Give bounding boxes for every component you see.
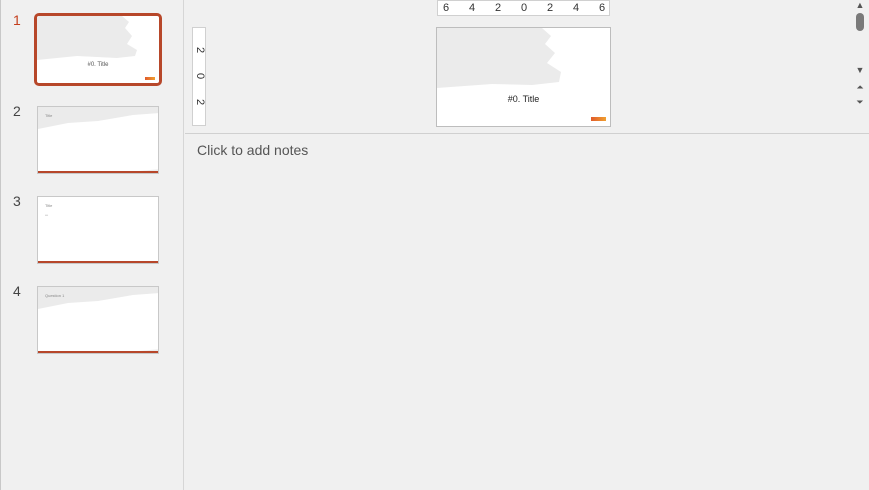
scroll-down-icon[interactable]: ▼ [855, 65, 865, 75]
thumbnail-title: Title [45, 113, 53, 118]
brush-shape-decoration [437, 28, 561, 88]
ruler-tick-label: 0 [520, 2, 528, 14]
thumbnail-title: Title [45, 203, 53, 208]
slide-thumbnail-2[interactable]: Title [37, 106, 159, 174]
slide-editing-canvas[interactable]: #0. Title [436, 27, 611, 127]
ruler-tick-label: 6 [598, 2, 606, 14]
vertical-ruler[interactable]: 2 0 2 [192, 27, 206, 126]
slide-number-1: 1 [13, 12, 21, 28]
thumbnail-subtitle: ••• [45, 213, 49, 217]
ruler-tick-label: 2 [494, 2, 502, 14]
slide-number-4: 4 [13, 283, 21, 299]
horizontal-ruler[interactable]: 6 4 2 0 2 4 6 [437, 0, 610, 16]
brand-logo-icon [145, 77, 155, 80]
ruler-tick-label: 4 [468, 2, 476, 14]
thumbnail-title: Question 1 [45, 293, 65, 298]
scrollbar-thumb[interactable] [856, 13, 864, 31]
vertical-scrollbar[interactable]: ▲ ▼ ⏶ ⏷ [851, 0, 869, 134]
ruler-tick-label: 0 [194, 72, 206, 80]
notes-splitter[interactable] [185, 133, 869, 134]
previous-slide-icon[interactable]: ⏶ [855, 82, 865, 92]
next-slide-icon[interactable]: ⏷ [855, 97, 865, 107]
slide-thumbnail-pane[interactable]: 1 #0. Title 2 Title 3 Title ••• 4 Questi… [1, 0, 184, 490]
slide-thumbnail-3[interactable]: Title ••• [37, 196, 159, 264]
thumbnail-title: #0. Title [87, 62, 109, 68]
slide-title-text[interactable]: #0. Title [437, 94, 610, 104]
thumbnail-footer-line [38, 261, 158, 263]
slide-thumbnail-1[interactable]: #0. Title [34, 13, 162, 86]
ruler-tick-label: 6 [442, 2, 450, 14]
ruler-tick-label: 2 [194, 98, 206, 106]
notes-placeholder[interactable]: Click to add notes [197, 142, 308, 158]
thumbnail-footer-line [38, 351, 158, 353]
ruler-tick-label: 2 [546, 2, 554, 14]
slide-thumbnail-4[interactable]: Question 1 [37, 286, 159, 354]
brush-shape-decoration [37, 16, 137, 60]
slide-number-3: 3 [13, 193, 21, 209]
brand-logo-icon [591, 117, 606, 121]
slide-number-2: 2 [13, 103, 21, 119]
scroll-up-icon[interactable]: ▲ [855, 0, 865, 10]
brush-shape-decoration [38, 107, 158, 173]
ruler-tick-label: 4 [572, 2, 580, 14]
thumbnail-footer-line [38, 171, 158, 173]
ruler-tick-label: 2 [194, 46, 206, 54]
